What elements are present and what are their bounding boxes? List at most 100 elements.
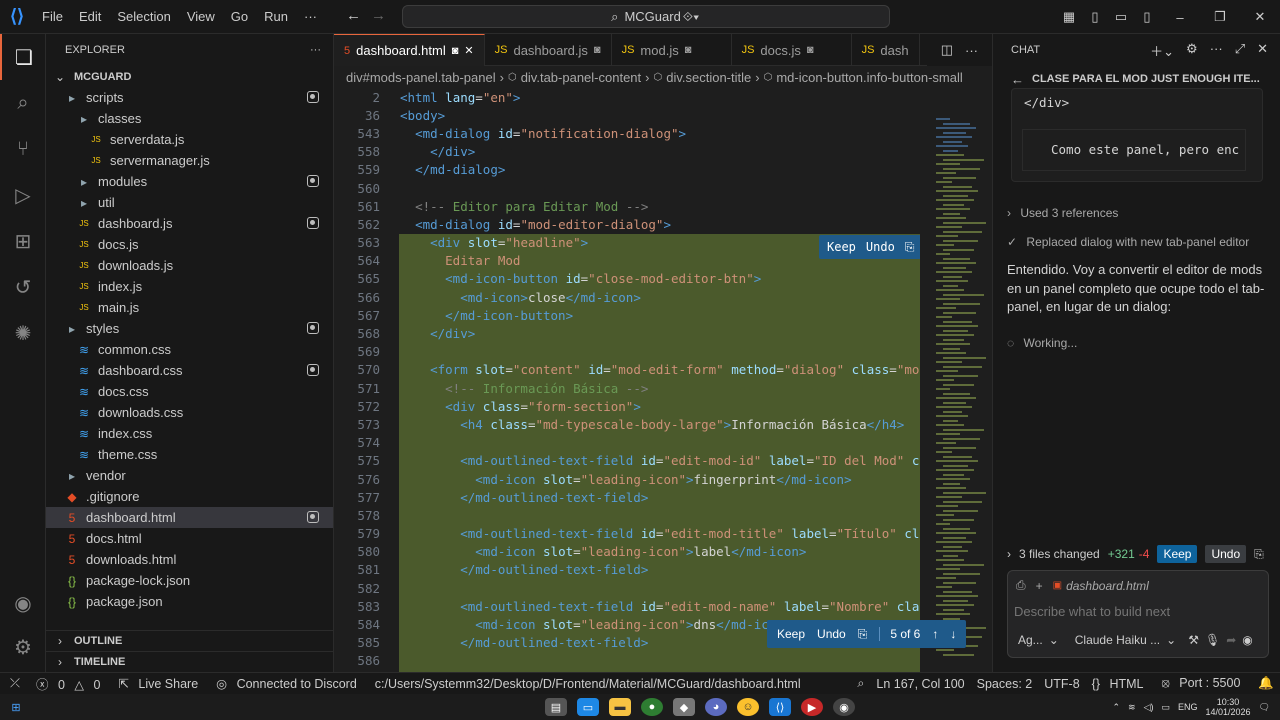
tree-item[interactable]: JS docs.js bbox=[46, 234, 333, 255]
file-path[interactable]: c:/Users/Systemm32/Desktop/D/Frontend/Ma… bbox=[369, 677, 807, 691]
previous-change-icon[interactable]: ↑ bbox=[932, 627, 938, 641]
menu-item-run[interactable]: Run bbox=[256, 0, 296, 34]
breadcrumb-item[interactable]: div.tab-panel-content bbox=[521, 70, 641, 85]
tree-item[interactable]: JS dashboard.js bbox=[46, 213, 333, 234]
emoji-app-icon[interactable]: ☺ bbox=[737, 698, 759, 716]
breadcrumb-item[interactable]: div.section-title bbox=[666, 70, 751, 85]
close-window-icon[interactable]: ✕ bbox=[1240, 9, 1280, 25]
menu-more[interactable]: ··· bbox=[296, 0, 325, 34]
undo-all-button[interactable]: Undo bbox=[817, 627, 846, 641]
remote-icon[interactable]: ↺ bbox=[0, 264, 46, 310]
timeline-section[interactable]: › TIMELINE bbox=[46, 651, 333, 672]
close-tab-icon[interactable]: ✕ bbox=[464, 44, 473, 57]
search-view-icon[interactable]: ⌕ bbox=[0, 80, 46, 126]
tree-item[interactable]: 5 dashboard.html bbox=[46, 507, 333, 528]
tree-item[interactable]: ▸ vendor bbox=[46, 465, 333, 486]
tab-mod-js[interactable]: JS mod.js ◙ bbox=[612, 34, 732, 66]
battery-icon[interactable]: ▭ bbox=[1161, 702, 1170, 713]
outline-section[interactable]: › OUTLINE bbox=[46, 630, 333, 651]
tree-item[interactable]: JS servermanager.js bbox=[46, 150, 333, 171]
problems-indicator[interactable]: ⓧ 0 △ 0 bbox=[30, 674, 112, 693]
task-view-icon[interactable]: ▤ bbox=[545, 698, 567, 716]
chat-settings-icon[interactable]: ⚙ bbox=[1186, 41, 1198, 60]
minimap[interactable] bbox=[932, 88, 992, 672]
minimize-icon[interactable]: – bbox=[1160, 10, 1200, 25]
code-view[interactable]: 2 <html lang="en"> 36 <body> 543 <md-dialog … bbox=[334, 88, 920, 672]
tab-docs-js[interactable]: JS docs.js ◙ bbox=[732, 34, 852, 66]
tree-item[interactable]: ▸ modules bbox=[46, 171, 333, 192]
menu-item-go[interactable]: Go bbox=[223, 0, 256, 34]
editor-more-icon[interactable]: ··· bbox=[965, 43, 978, 58]
live-server-port[interactable]: ⦻ Port : 5500 bbox=[1156, 676, 1253, 691]
explorer-icon[interactable]: ❏ bbox=[0, 34, 46, 80]
clock[interactable]: 10:30 14/01/2026 bbox=[1206, 697, 1251, 717]
attach-icon[interactable]: ⎙ bbox=[1016, 578, 1026, 593]
tools-icon[interactable]: ⚒ bbox=[1188, 633, 1199, 647]
tree-item[interactable]: 5 downloads.html bbox=[46, 549, 333, 570]
add-context-icon[interactable]: + bbox=[1036, 579, 1043, 593]
encoding[interactable]: UTF-8 bbox=[1038, 677, 1085, 691]
chat-undo-button[interactable]: Undo bbox=[1205, 545, 1247, 563]
agent-mode-picker[interactable]: Ag... bbox=[1018, 633, 1043, 647]
tree-item[interactable]: JS index.js bbox=[46, 276, 333, 297]
app-icon[interactable]: ◆ bbox=[673, 698, 695, 716]
menu-item-edit[interactable]: Edit bbox=[71, 0, 109, 34]
chevron-down-icon[interactable]: ⌄ bbox=[1049, 633, 1059, 647]
forward-arrow-icon[interactable]: → bbox=[371, 7, 386, 24]
menu-item-view[interactable]: View bbox=[179, 0, 223, 34]
menu-item-selection[interactable]: Selection bbox=[109, 0, 178, 34]
manage-gear-icon[interactable]: ⚙ bbox=[0, 624, 46, 670]
command-center[interactable]: ⌕ MCGuard bbox=[402, 5, 890, 28]
extensions-icon[interactable]: ⊞ bbox=[0, 218, 46, 264]
tree-item[interactable]: ≋ theme.css bbox=[46, 444, 333, 465]
tree-item[interactable]: ▸ styles bbox=[46, 318, 333, 339]
tree-item[interactable]: ≋ common.css bbox=[46, 339, 333, 360]
chat-more-icon[interactable]: ··· bbox=[1210, 41, 1223, 60]
tree-item[interactable]: ≋ dashboard.css bbox=[46, 360, 333, 381]
tree-item[interactable]: ≋ index.css bbox=[46, 423, 333, 444]
desktop-app-icon[interactable]: ▭ bbox=[577, 698, 599, 716]
tray-chevron-icon[interactable]: ⌃ bbox=[1112, 702, 1120, 713]
tree-item[interactable]: JS main.js bbox=[46, 297, 333, 318]
tab-dashboard-html[interactable]: 5 dashboard.html ◙ ✕ bbox=[334, 34, 485, 66]
more-actions-icon[interactable]: ··· bbox=[310, 44, 321, 56]
source-control-icon[interactable]: ⑂ bbox=[0, 126, 46, 172]
tree-item[interactable]: JS downloads.js bbox=[46, 255, 333, 276]
inline-keep-button[interactable]: Keep bbox=[827, 240, 856, 254]
used-references[interactable]: › Used 3 references bbox=[1007, 204, 1118, 222]
back-icon[interactable]: ← bbox=[1011, 72, 1024, 87]
chat-input[interactable] bbox=[1014, 601, 1262, 621]
volume-icon[interactable]: ◁) bbox=[1144, 702, 1154, 713]
tree-item[interactable]: ▸ scripts bbox=[46, 87, 333, 108]
new-chat-icon[interactable]: ＋⌄ bbox=[1150, 41, 1174, 60]
split-editor-icon[interactable]: ◫ bbox=[941, 42, 953, 58]
chevron-right-icon[interactable]: › bbox=[1007, 547, 1011, 561]
close-chat-icon[interactable]: ✕ bbox=[1257, 41, 1268, 60]
zoom-icon[interactable]: ⌕ bbox=[851, 676, 870, 691]
tree-item[interactable]: JS serverdata.js bbox=[46, 129, 333, 150]
notifications-icon[interactable]: 🔔 bbox=[1252, 676, 1280, 691]
indentation[interactable]: Spaces: 2 bbox=[971, 677, 1039, 691]
chat-keep-button[interactable]: Keep bbox=[1157, 545, 1198, 563]
language-mode[interactable]: {} HTML bbox=[1086, 677, 1156, 691]
recorder-app-icon[interactable]: ◉ bbox=[833, 698, 855, 716]
keep-all-button[interactable]: Keep bbox=[777, 627, 805, 641]
restore-icon[interactable]: ❐ bbox=[1200, 9, 1240, 25]
discord-indicator[interactable]: ◎ Connected to Discord bbox=[210, 676, 369, 691]
wifi-icon[interactable]: ≋ bbox=[1128, 702, 1136, 713]
toggle-panel-icon[interactable]: ▭ bbox=[1108, 9, 1134, 25]
chrome-icon[interactable]: ● bbox=[641, 698, 663, 716]
tree-item[interactable]: ≋ docs.css bbox=[46, 381, 333, 402]
vscode-taskbar-icon[interactable]: ⟨⟩ bbox=[769, 698, 791, 716]
send-icon[interactable]: ➦ bbox=[1226, 633, 1236, 647]
diff-view-icon[interactable]: ⎘ bbox=[858, 627, 868, 642]
breadcrumb-item[interactable]: md-icon-button.info-button-small bbox=[776, 70, 962, 85]
run-debug-icon[interactable]: ▷ bbox=[0, 172, 46, 218]
tab-dashboard-js[interactable]: JS dashboard.js ◙ bbox=[485, 34, 612, 66]
tree-item[interactable]: ▸ util bbox=[46, 192, 333, 213]
input-language[interactable]: ENG bbox=[1178, 702, 1198, 712]
inline-undo-button[interactable]: Undo bbox=[866, 240, 895, 254]
media-app-icon[interactable]: ▶ bbox=[801, 698, 823, 716]
tab-dash[interactable]: JS dash bbox=[852, 34, 920, 66]
cursor-position[interactable]: Ln 167, Col 100 bbox=[870, 677, 970, 691]
